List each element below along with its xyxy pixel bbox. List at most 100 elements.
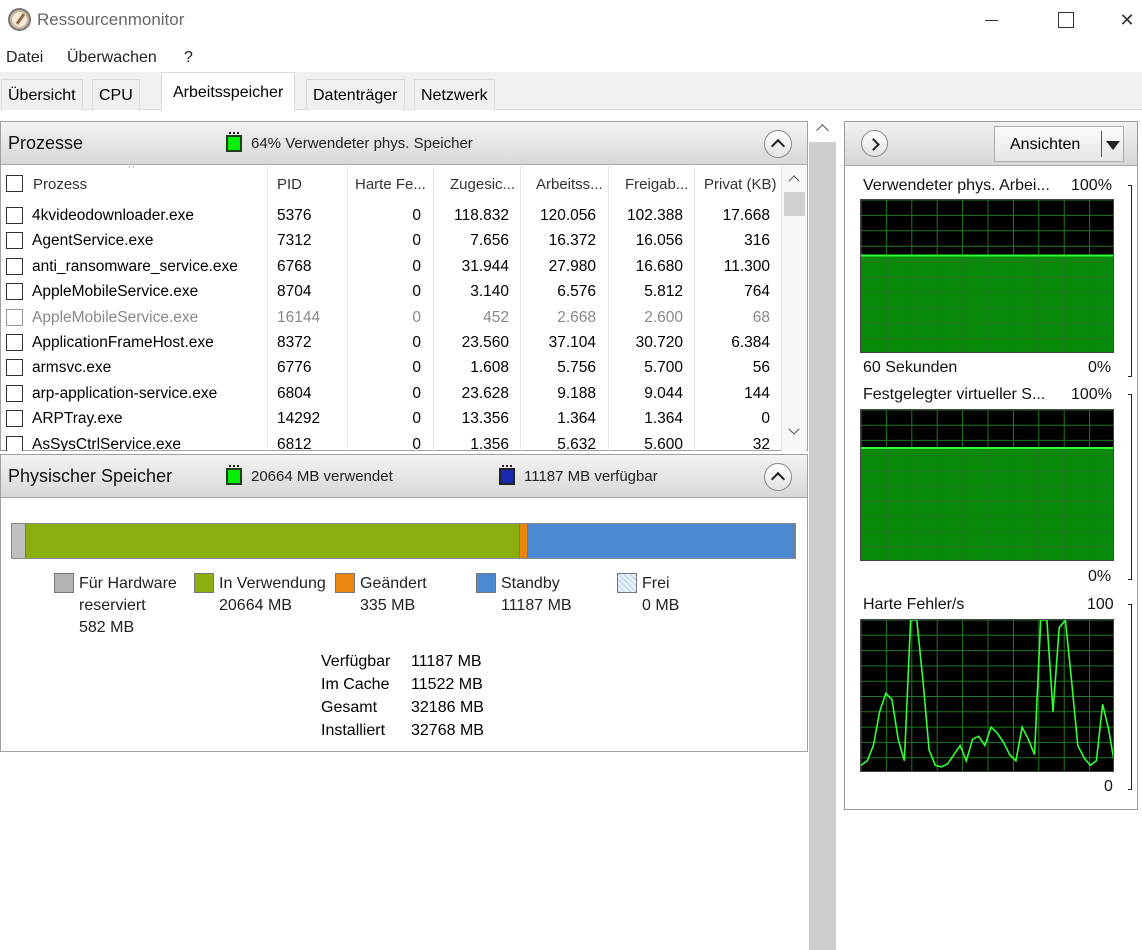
close-button[interactable]: ✕ <box>1112 6 1142 34</box>
stat-installed-value: 32768 MB <box>411 722 484 739</box>
memory-used-icon <box>226 465 242 485</box>
row-checkbox[interactable] <box>6 232 23 250</box>
table-row[interactable]: arp-application-service.exe 6804 0 23.628 9.… <box>1 382 777 407</box>
processes-table: ^ Prozess PID Harte Fe... Zugesic... Arb… <box>1 166 777 451</box>
select-all-checkbox[interactable] <box>6 175 23 192</box>
process-commit: 7.656 <box>470 232 509 250</box>
table-row[interactable]: ARPTray.exe 14292 0 13.356 1.364 1.364 0 <box>1 407 777 432</box>
process-pid: 6804 <box>277 384 312 402</box>
dropdown-arrow-icon[interactable] <box>1106 141 1120 150</box>
physical-memory-title: Physischer Speicher <box>8 466 173 486</box>
row-checkbox[interactable] <box>6 435 23 451</box>
process-pid: 5376 <box>277 207 312 224</box>
process-shareable: 16.680 <box>635 257 683 275</box>
row-checkbox[interactable] <box>6 384 23 402</box>
row-checkbox[interactable] <box>6 257 23 275</box>
process-pid: 14292 <box>277 410 321 428</box>
tab-cpu[interactable]: CPU <box>92 79 140 110</box>
col-header-private[interactable]: Privat (KB) <box>704 176 777 193</box>
tab-overview[interactable]: Übersicht <box>1 79 83 110</box>
table-row[interactable]: armsvc.exe 6776 0 1.608 5.756 5.700 56 <box>1 356 777 381</box>
menu-help[interactable]: ? <box>184 49 193 67</box>
process-private: 11.300 <box>723 257 770 275</box>
legend-standby-swatch <box>476 573 496 593</box>
legend-free-swatch <box>617 573 637 593</box>
col-header-pid[interactable]: PID <box>277 176 302 193</box>
table-row[interactable]: AgentService.exe 7312 0 7.656 16.372 16.056 31… <box>1 229 777 254</box>
process-working-set: 2.668 <box>557 308 596 326</box>
graph1-scale <box>1128 185 1132 377</box>
minimize-button[interactable] <box>968 6 1014 34</box>
table-row[interactable]: AppleMobileService.exe 8704 0 3.140 6.576 5.8… <box>1 280 777 305</box>
process-pid: 7312 <box>277 232 312 250</box>
col-header-working-set[interactable]: Arbeitss... <box>536 176 603 193</box>
memory-used-text: 20664 MB verwendet <box>251 468 393 485</box>
memory-bar-segment <box>12 524 26 558</box>
row-checkbox[interactable] <box>6 207 23 224</box>
processes-title: Prozesse <box>8 133 84 153</box>
row-checkbox[interactable] <box>6 283 23 301</box>
stat-available-label: Verfügbar <box>321 653 391 670</box>
scroll-track[interactable] <box>809 142 836 950</box>
legend-hardware-label: Für Hardware reserviert 582 MB <box>79 575 177 636</box>
process-working-set: 1.364 <box>557 410 596 428</box>
process-pid: 8704 <box>277 283 312 301</box>
process-hard-faults: 0 <box>412 283 421 301</box>
row-checkbox[interactable] <box>6 359 23 377</box>
col-header-commit[interactable]: Zugesic... <box>450 176 515 193</box>
process-commit: 13.356 <box>461 410 509 428</box>
process-working-set: 37.104 <box>548 334 596 351</box>
stat-cached-value: 11522 MB <box>411 676 483 693</box>
processes-header[interactable]: Prozesse 64% Verwendeter phys. Speicher <box>1 122 807 165</box>
process-name: 4kvideodownloader.exe <box>32 207 195 224</box>
table-row[interactable]: ApplicationFrameHost.exe 8372 0 23.560 37.10… <box>1 331 777 356</box>
stat-installed-label: Installiert <box>321 722 386 739</box>
process-hard-faults: 0 <box>412 410 421 428</box>
process-shareable: 1.364 <box>644 410 683 428</box>
col-header-process[interactable]: Prozess <box>33 176 87 193</box>
process-name: anti_ransomware_service.exe <box>32 257 238 275</box>
graph3-scale <box>1128 604 1132 790</box>
window-title: Ressourcenmonitor <box>37 10 185 29</box>
table-row[interactable]: anti_ransomware_service.exe 6768 0 31.944 27… <box>1 255 777 280</box>
chevron-right-icon[interactable] <box>861 130 888 157</box>
table-row[interactable]: 4kvideodownloader.exe 5376 0 118.832 120.056… <box>1 204 777 229</box>
legend-modified-label: Geändert 335 MB <box>360 575 427 614</box>
col-header-shareable[interactable]: Freigab... <box>625 176 688 193</box>
process-working-set: 120.056 <box>539 207 596 224</box>
scroll-up-icon[interactable] <box>788 175 800 187</box>
row-checkbox[interactable] <box>6 308 23 326</box>
tab-network[interactable]: Netzwerk <box>414 79 495 110</box>
views-dropdown[interactable]: Ansichten <box>994 126 1124 162</box>
physical-memory-header[interactable]: Physischer Speicher 20664 MB verwendet 1… <box>1 455 807 498</box>
tab-disk[interactable]: Datenträger <box>306 79 405 110</box>
process-private: 6.384 <box>731 334 770 351</box>
scroll-down-icon[interactable] <box>788 423 800 435</box>
row-checkbox[interactable] <box>6 410 23 428</box>
process-private: 68 <box>752 308 770 326</box>
scroll-thumb[interactable] <box>784 192 805 216</box>
graph1-chart <box>860 199 1114 353</box>
table-row[interactable]: AppleMobileService.exe 16144 0 452 2.668 2.60… <box>1 306 777 331</box>
table-row[interactable]: AsSysCtrlService.exe 6812 0 1.356 5.632 5.600… <box>1 433 777 451</box>
legend-free-label: Frei 0 MB <box>642 575 680 614</box>
menu-ueberwachen[interactable]: Überwachen <box>67 49 157 67</box>
process-commit: 3.140 <box>470 283 509 301</box>
graph2-chart <box>860 409 1114 561</box>
collapse-processes-button[interactable] <box>764 130 792 158</box>
row-checkbox[interactable] <box>6 334 23 351</box>
scroll-up-icon[interactable] <box>816 124 829 137</box>
maximize-button[interactable] <box>1043 6 1089 34</box>
tab-memory[interactable]: Arbeitsspeicher <box>161 72 296 111</box>
menu-datei[interactable]: Datei <box>6 49 43 67</box>
process-pid: 6812 <box>277 435 312 451</box>
process-working-set: 5.632 <box>557 435 596 451</box>
resource-monitor-icon <box>8 8 31 31</box>
process-private: 764 <box>744 283 770 301</box>
main-scrollbar[interactable] <box>809 110 836 950</box>
collapse-physical-button[interactable] <box>764 463 792 491</box>
processes-scrollbar[interactable] <box>781 166 806 451</box>
process-commit: 31.944 <box>461 257 509 275</box>
col-header-hard-faults[interactable]: Harte Fe... <box>355 176 426 193</box>
process-commit: 1.356 <box>470 435 509 451</box>
